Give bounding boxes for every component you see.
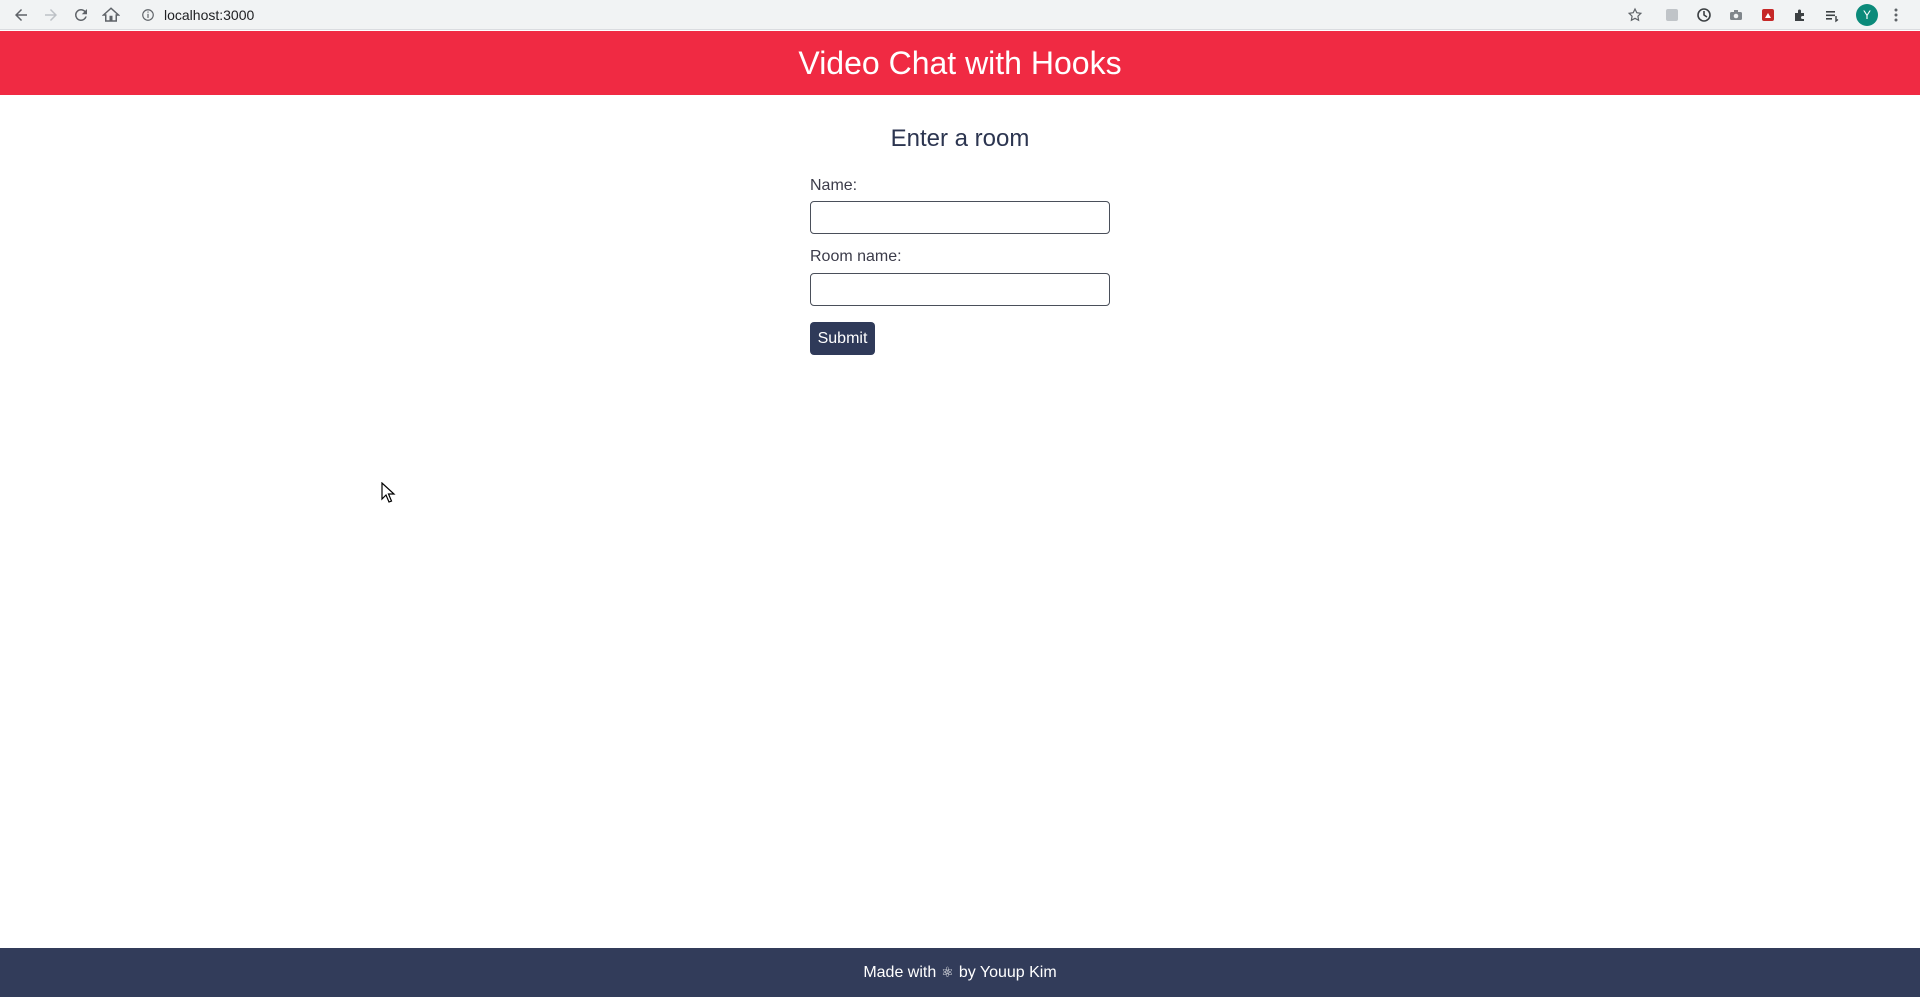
- main-content: Enter a room Name: Room name: Submit: [0, 95, 1920, 948]
- camera-icon[interactable]: [1724, 3, 1748, 27]
- address-bar[interactable]: localhost:3000: [132, 2, 1652, 27]
- url-text[interactable]: localhost:3000: [164, 7, 1624, 23]
- react-atom-icon: ⚛: [941, 964, 954, 980]
- kebab-menu-icon[interactable]: [1886, 3, 1906, 27]
- form-title: Enter a room: [890, 125, 1030, 152]
- app-title: Video Chat with Hooks: [798, 44, 1122, 81]
- browser-toolbar: localhost:3000 Y: [0, 0, 1920, 30]
- name-label: Name:: [810, 177, 858, 194]
- screenshot-icon[interactable]: [1756, 3, 1780, 27]
- app-header: Video Chat with Hooks: [0, 31, 1920, 95]
- profile-avatar[interactable]: Y: [1856, 3, 1878, 26]
- extension-icon[interactable]: [1660, 3, 1684, 27]
- room-name-label: Room name:: [810, 248, 902, 265]
- reading-list-icon[interactable]: [1820, 3, 1844, 27]
- history-icon[interactable]: [1692, 3, 1716, 27]
- info-icon[interactable]: [140, 7, 156, 23]
- forward-icon[interactable]: [36, 0, 66, 30]
- mouse-cursor-icon: [381, 482, 396, 503]
- puzzle-icon[interactable]: [1788, 3, 1812, 27]
- bookmark-star-icon[interactable]: [1624, 4, 1646, 26]
- app-footer: Made with ⚛ by Youup Kim: [0, 948, 1920, 997]
- footer-suffix: by Youup Kim: [958, 963, 1057, 981]
- submit-button[interactable]: Submit: [810, 322, 875, 355]
- name-input[interactable]: [810, 201, 1110, 234]
- back-icon[interactable]: [6, 0, 36, 30]
- home-icon[interactable]: [96, 0, 126, 30]
- extensions-area: Y: [1660, 3, 1906, 27]
- reload-icon[interactable]: [66, 0, 96, 30]
- footer-prefix: Made with: [863, 963, 937, 981]
- room-name-input[interactable]: [810, 273, 1110, 306]
